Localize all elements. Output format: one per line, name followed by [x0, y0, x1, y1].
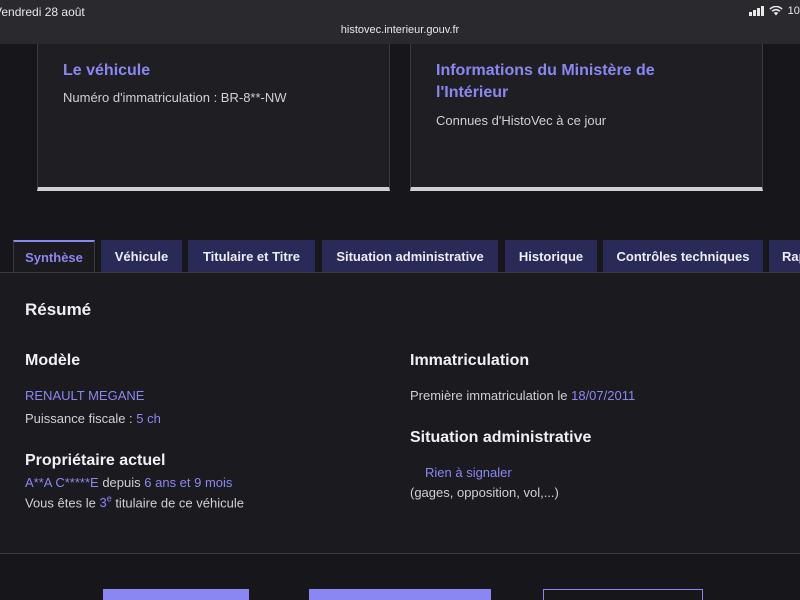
model-name: RENAULT MEGANE [25, 388, 144, 403]
model-heading: Modèle [25, 352, 81, 369]
admin-status-value: Rien à signaler [425, 465, 512, 480]
owner-rank-number: 3e [99, 494, 112, 511]
status-indicators: 100 [748, 5, 800, 17]
tab-historique[interactable]: Historique [505, 240, 597, 273]
action-button-2[interactable] [309, 589, 491, 600]
ministry-card: Informations du Ministère de l'Intérieur… [410, 44, 763, 191]
wifi-icon [769, 6, 783, 16]
owner-rank: Vous êtes le 3e titulaire de ce véhicule [25, 494, 244, 510]
owner-heading: Propriétaire actuel [25, 452, 166, 469]
ministry-title-line1: Informations du Ministère de [436, 62, 655, 79]
status-bar: Vendredi 28 août 100 histovec.interieur.… [0, 0, 800, 44]
owner-rank-prefix: Vous êtes le [25, 495, 100, 511]
ministry-card-title: Informations du Ministère de l'Intérieur [436, 60, 655, 104]
action-button-3[interactable] [543, 589, 703, 600]
fiscal-power-value: 5 ch [136, 411, 161, 426]
first-registration-date: 18/07/2011 [571, 388, 636, 403]
registration-number: Numéro d'immatriculation : BR-8**-NW [63, 90, 287, 105]
battery-level: 100 [787, 5, 800, 17]
url-bar[interactable]: histovec.interieur.gouv.fr [0, 24, 800, 36]
signal-icon [748, 6, 764, 16]
owner-since-label: depuis [98, 475, 145, 490]
tab-bar: Synthèse Véhicule Titulaire et Titre Sit… [0, 240, 800, 274]
owner-duration: 6 ans et 9 mois [144, 475, 233, 490]
tab-situation-administrative[interactable]: Situation administrative [322, 240, 498, 273]
tab-vehicule[interactable]: Véhicule [101, 240, 182, 273]
first-registration-label: Première immatriculation le [410, 388, 572, 403]
admin-status-detail: (gages, opposition, vol,...) [410, 485, 559, 500]
owner-rank-suffix: titulaire de ce véhicule [111, 495, 244, 511]
vehicle-card-title: Le véhicule [63, 62, 151, 79]
tab-controles-techniques[interactable]: Contrôles techniques [603, 240, 763, 273]
registration-heading: Immatriculation [410, 352, 530, 369]
admin-status-heading: Situation administrative [410, 429, 592, 446]
tab-rapport[interactable]: Rap [769, 240, 800, 273]
fiscal-power-label: Puissance fiscale : [25, 411, 137, 426]
status-time: Vendredi 28 août [0, 5, 85, 19]
ministry-card-subtitle: Connues d'HistoVec à ce jour [436, 113, 607, 128]
tab-synthese[interactable]: Synthèse [13, 240, 95, 274]
vehicle-card: Le véhicule Numéro d'immatriculation : B… [37, 44, 390, 191]
first-registration: Première immatriculation le 18/07/2011 [410, 388, 635, 403]
fiscal-power: Puissance fiscale : 5 ch [25, 411, 161, 426]
model-name-value: RENAULT MEGANE [25, 388, 145, 403]
owner-name: A**A C*****E [25, 475, 99, 490]
tab-titulaire-et-titre[interactable]: Titulaire et Titre [188, 240, 315, 273]
summary-panel: Résumé Modèle RENAULT MEGANE Puissance f… [0, 272, 800, 554]
ministry-title-line2: l'Intérieur [436, 84, 509, 101]
owner-since: A**A C*****E depuis 6 ans et 9 mois [25, 475, 232, 490]
summary-title: Résumé [25, 300, 92, 319]
action-button-1[interactable] [103, 589, 249, 600]
